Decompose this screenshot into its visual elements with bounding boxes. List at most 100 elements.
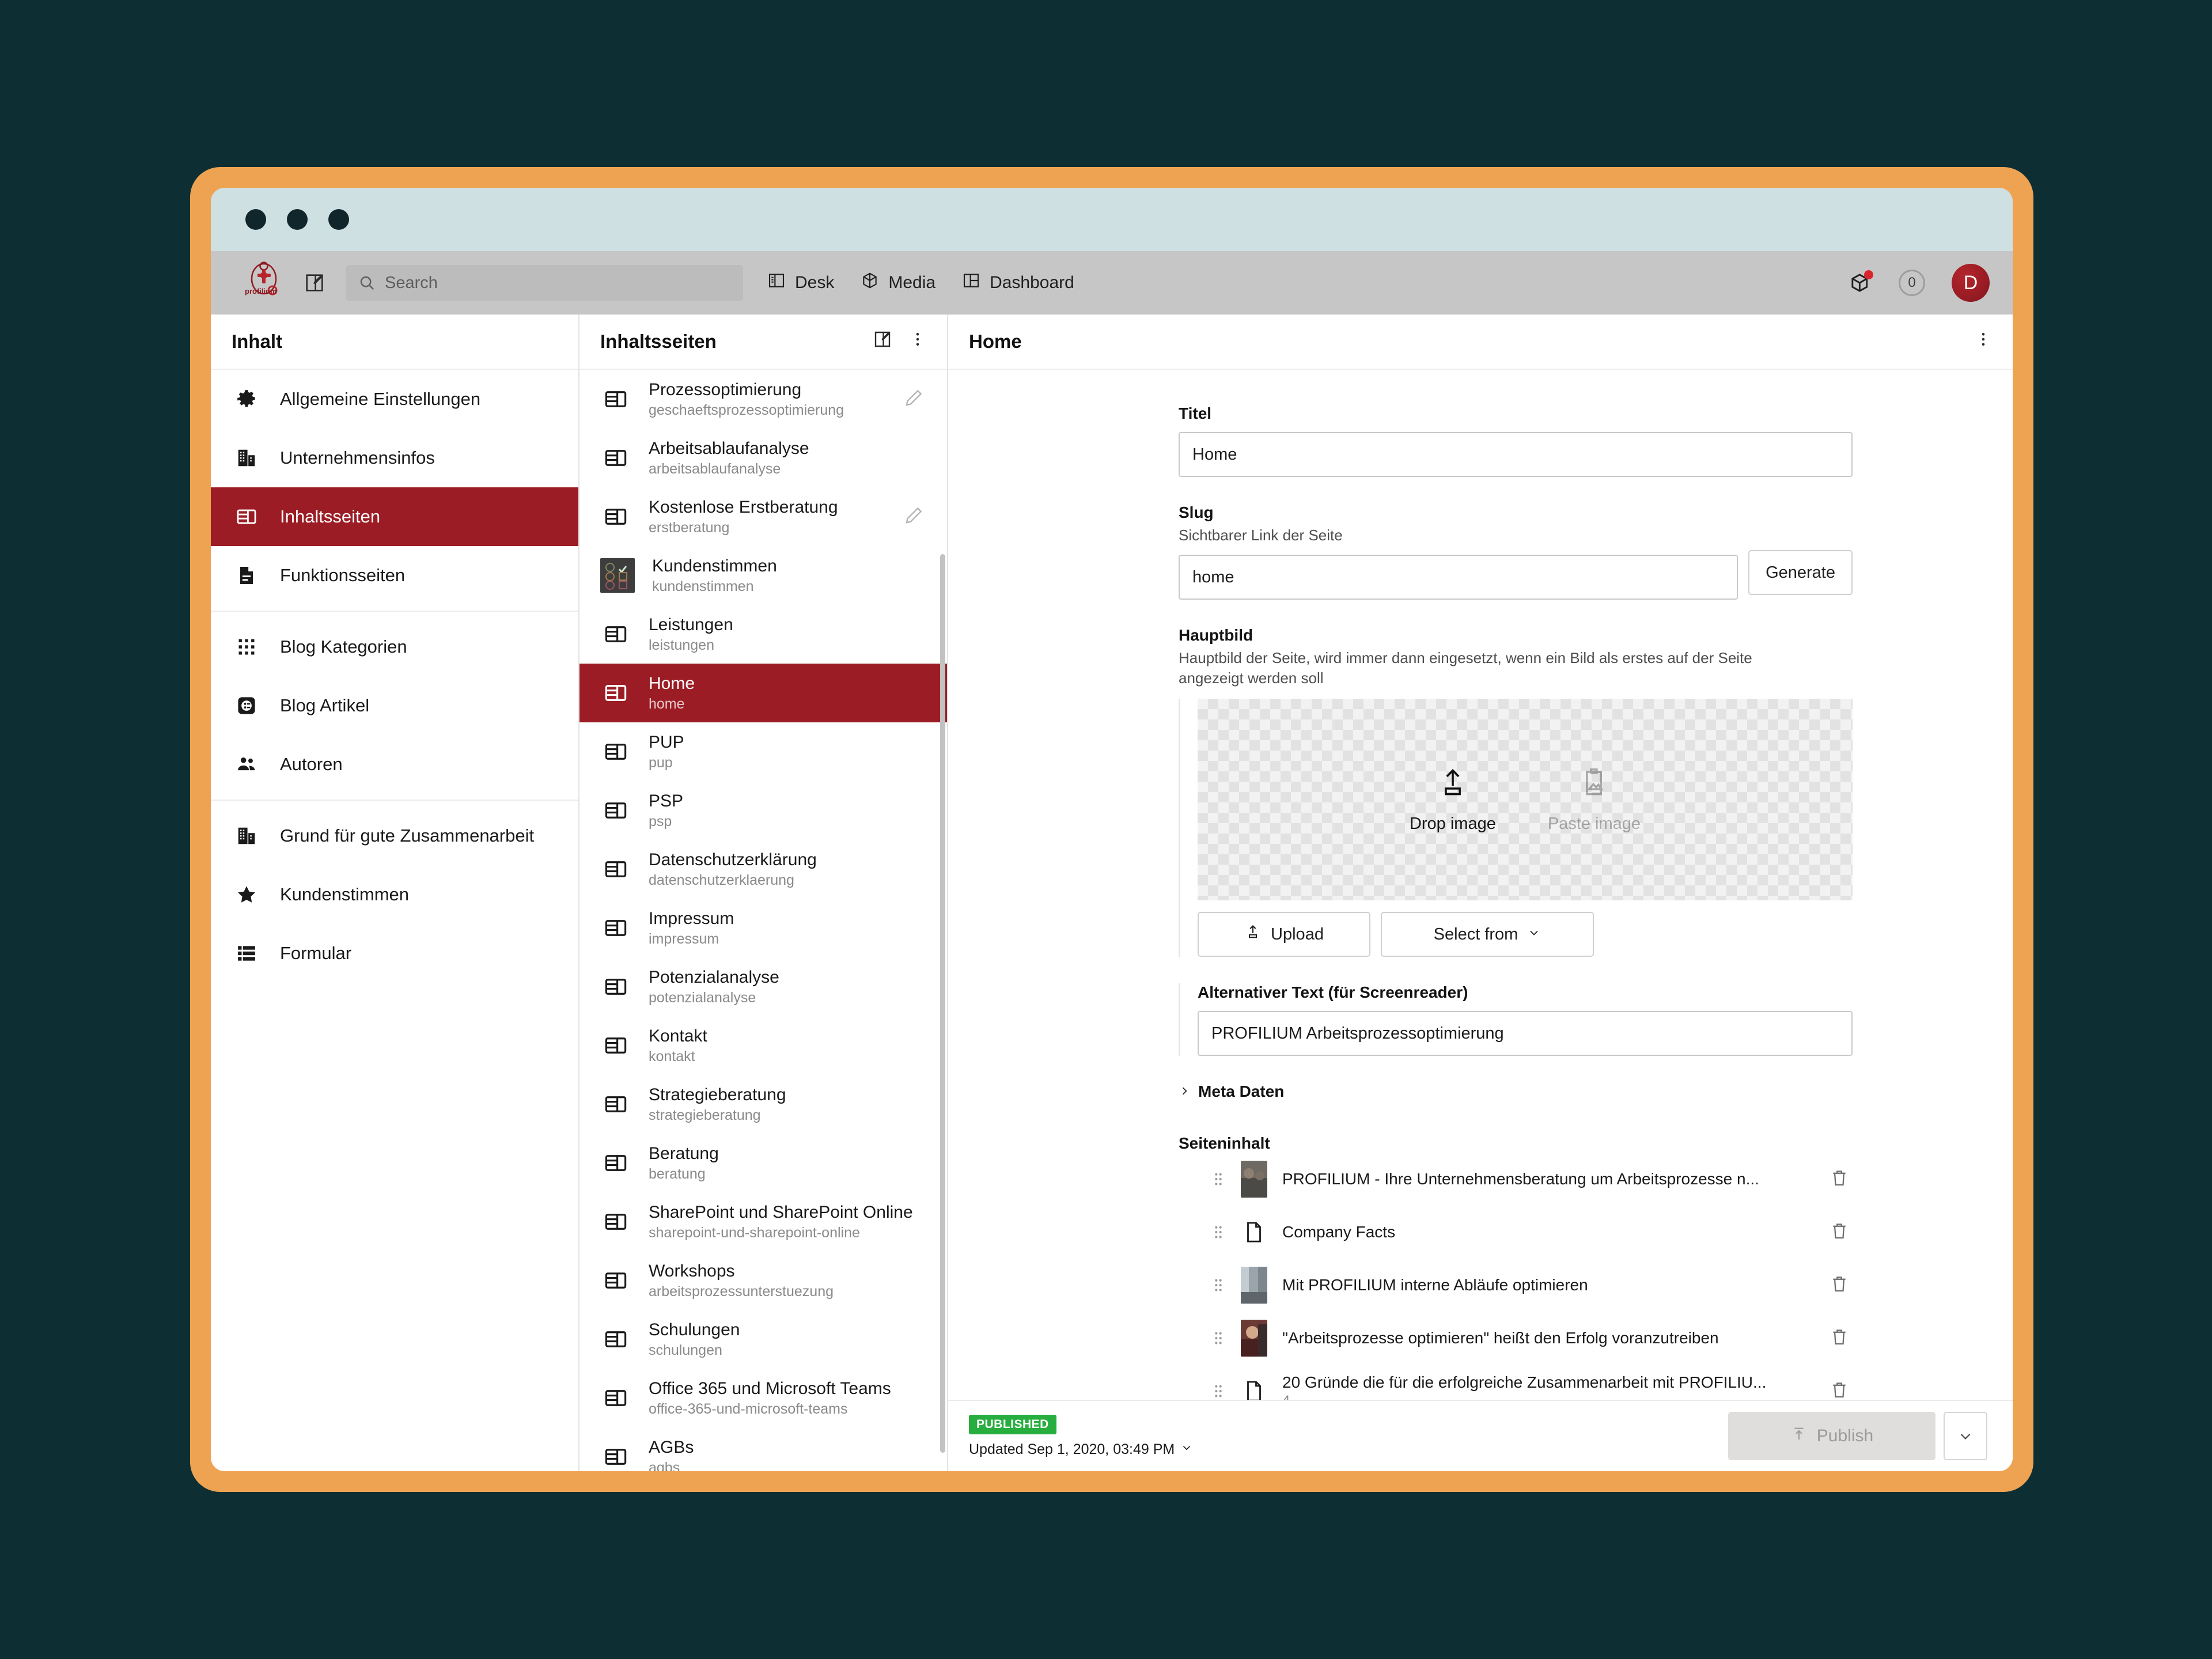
sidebar-item-kundenstimmen[interactable]: Kundenstimmen (211, 865, 578, 924)
edit-pencil-icon[interactable] (903, 505, 930, 529)
list-item[interactable]: Impressum impressum (579, 899, 947, 957)
list-item[interactable]: Leistungen leistungen (579, 605, 947, 664)
nav-media[interactable]: Media (861, 271, 935, 294)
list-scroll-area[interactable]: Prozessoptimierung geschaeftsprozessoptim… (579, 370, 947, 1471)
sidebar-separator (211, 800, 578, 801)
select-from-button[interactable]: Select from (1381, 912, 1594, 957)
chevron-down-icon (1180, 1441, 1193, 1458)
list-item-title: AGBs (649, 1437, 694, 1457)
page-title: Home (969, 331, 1022, 352)
seiteninhalt-row[interactable]: 20 Gründe die für die erfolgreiche Zusam… (1211, 1365, 1853, 1400)
close-button[interactable] (245, 209, 266, 230)
delete-row-icon[interactable] (1830, 1327, 1853, 1350)
list-item[interactable]: PSP psp (579, 781, 947, 840)
list-item[interactable]: Arbeitsablaufanalyse arbeitsablaufanalyse (579, 429, 947, 487)
list-item-slug: pup (649, 754, 673, 771)
sidebar-item-label: Grund für gute Zusammenarbeit (280, 825, 535, 846)
list-item[interactable]: Kostenlose Erstberatung erstberatung (579, 487, 947, 546)
list-item[interactable]: Kundenstimmen kundenstimmen (579, 546, 947, 605)
generate-slug-button[interactable]: Generate (1748, 550, 1853, 596)
list-item[interactable]: Home home (579, 664, 947, 722)
sidebar-item-funktionsseiten[interactable]: Funktionsseiten (211, 546, 578, 605)
sidebar-item-unternehmensinfos[interactable]: Unternehmensinfos (211, 429, 578, 487)
drag-handle-icon[interactable] (1211, 1277, 1226, 1293)
package-update-icon[interactable] (1849, 270, 1873, 294)
slug-input[interactable]: home (1179, 555, 1738, 600)
star-icon (234, 884, 259, 906)
list-item-title: Kostenlose Erstberatung (649, 497, 838, 517)
nav-dashboard[interactable]: Dashboard (962, 271, 1074, 294)
seiteninhalt-row[interactable]: Mit PROFILIUM interne Abläufe optimieren (1211, 1259, 1853, 1312)
list-item[interactable]: Kontakt kontakt (579, 1016, 947, 1075)
profilium-logo[interactable]: profilium (237, 261, 290, 305)
nav-desk[interactable]: Desk (767, 271, 834, 294)
minimize-button[interactable] (287, 209, 308, 230)
avatar[interactable]: D (1952, 264, 1990, 302)
list-item[interactable]: AGBs agbs (579, 1427, 947, 1471)
page-layout-icon (234, 506, 259, 528)
sidebar-item-label: Funktionsseiten (280, 565, 406, 585)
sidebar-item-allgemeine-einstellungen[interactable]: Allgemeine Einstellungen (211, 370, 578, 429)
page-layout-icon (600, 387, 631, 411)
list-item[interactable]: Strategieberatung strategieberatung (579, 1075, 947, 1134)
seiteninhalt-row[interactable]: "Arbeitsprozesse optimieren" heißt den E… (1211, 1312, 1853, 1365)
list-item-slug: kontakt (649, 1048, 695, 1065)
meta-daten-toggle[interactable]: Meta Daten (1179, 1082, 1853, 1101)
updated-timestamp[interactable]: Updated Sep 1, 2020, 03:49 PM (969, 1441, 1193, 1458)
more-vertical-icon[interactable] (909, 331, 926, 353)
list-item[interactable]: Schulungen schulungen (579, 1310, 947, 1369)
delete-row-icon[interactable] (1830, 1221, 1853, 1244)
page-layout-icon (600, 740, 631, 764)
list-item[interactable]: Potenzialanalyse potenzialanalyse (579, 957, 947, 1016)
delete-row-icon[interactable] (1830, 1168, 1853, 1191)
sidebar-item-blog-artikel[interactable]: Blog Artikel (211, 676, 578, 735)
content-thumbnail (1241, 1320, 1267, 1357)
browser-frame: profilium Search Desk Media Dashboard 0 … (190, 167, 2033, 1492)
list-item-title: Kontakt (649, 1026, 707, 1046)
paste-image-action[interactable]: Paste image (1548, 766, 1641, 834)
edit-pencil-icon[interactable] (903, 388, 930, 411)
upload-button[interactable]: Upload (1198, 912, 1370, 957)
list-item[interactable]: Datenschutzerklärung datenschutzerklaerun… (579, 840, 947, 899)
svg-text:profilium: profilium (245, 287, 277, 296)
drop-image-action[interactable]: Drop image (1410, 766, 1496, 834)
drag-handle-icon[interactable] (1211, 1330, 1226, 1346)
drag-handle-icon[interactable] (1211, 1383, 1226, 1399)
page-layout-icon (600, 1092, 631, 1116)
drag-handle-icon[interactable] (1211, 1171, 1226, 1187)
list-item-title: Beratung (649, 1143, 719, 1163)
create-new-icon[interactable] (872, 329, 893, 354)
list-item[interactable]: Prozessoptimierung geschaeftsprozessoptim… (579, 370, 947, 429)
publish-button[interactable]: Publish (1728, 1412, 1936, 1460)
search-input[interactable]: Search (346, 265, 743, 301)
compose-icon[interactable] (296, 264, 333, 301)
sidebar-item-grund-f-r-gute-zusammenarbeit[interactable]: Grund für gute Zusammenarbeit (211, 806, 578, 865)
document-scroll-area[interactable]: Titel Home Slug Sichtbarer Link der Seit… (948, 370, 2013, 1400)
list-item-title: Home (649, 673, 695, 693)
sidebar-item-autoren[interactable]: Autoren (211, 735, 578, 794)
drag-handle-icon[interactable] (1211, 1224, 1226, 1240)
list-scrollbar[interactable] (940, 554, 945, 1453)
notification-badge[interactable]: 0 (1899, 270, 1925, 296)
sidebar-item-formular[interactable]: Formular (211, 924, 578, 983)
document-more-icon[interactable] (1975, 331, 1992, 353)
desk-icon (767, 271, 786, 294)
titel-input[interactable]: Home (1179, 432, 1853, 477)
delete-row-icon[interactable] (1830, 1274, 1853, 1297)
seiteninhalt-row[interactable]: Company Facts (1211, 1206, 1853, 1259)
zoom-button[interactable] (328, 209, 349, 230)
sidebar-item-blog-kategorien[interactable]: Blog Kategorien (211, 618, 578, 676)
list-item[interactable]: SharePoint und SharePoint Online sharepoi… (579, 1192, 947, 1251)
image-dropzone[interactable]: Drop image Paste image (1198, 699, 1853, 901)
list-item[interactable]: Workshops arbeitsprozessunterstuezung (579, 1251, 947, 1310)
list-item[interactable]: Beratung beratung (579, 1134, 947, 1192)
sidebar-item-inhaltsseiten[interactable]: Inhaltsseiten (211, 487, 578, 546)
document-header: Home (948, 315, 2013, 370)
delete-row-icon[interactable] (1830, 1380, 1853, 1400)
alt-text-input[interactable]: PROFILIUM Arbeitsprozessoptimierung (1198, 1011, 1853, 1056)
publish-label: Publish (1816, 1426, 1874, 1445)
seiteninhalt-row[interactable]: PROFILIUM - Ihre Unternehmensberatung um… (1211, 1153, 1853, 1206)
list-item[interactable]: PUP pup (579, 722, 947, 781)
publish-options-button[interactable] (1944, 1412, 1987, 1460)
list-item[interactable]: Office 365 und Microsoft Teams office-365… (579, 1369, 947, 1427)
